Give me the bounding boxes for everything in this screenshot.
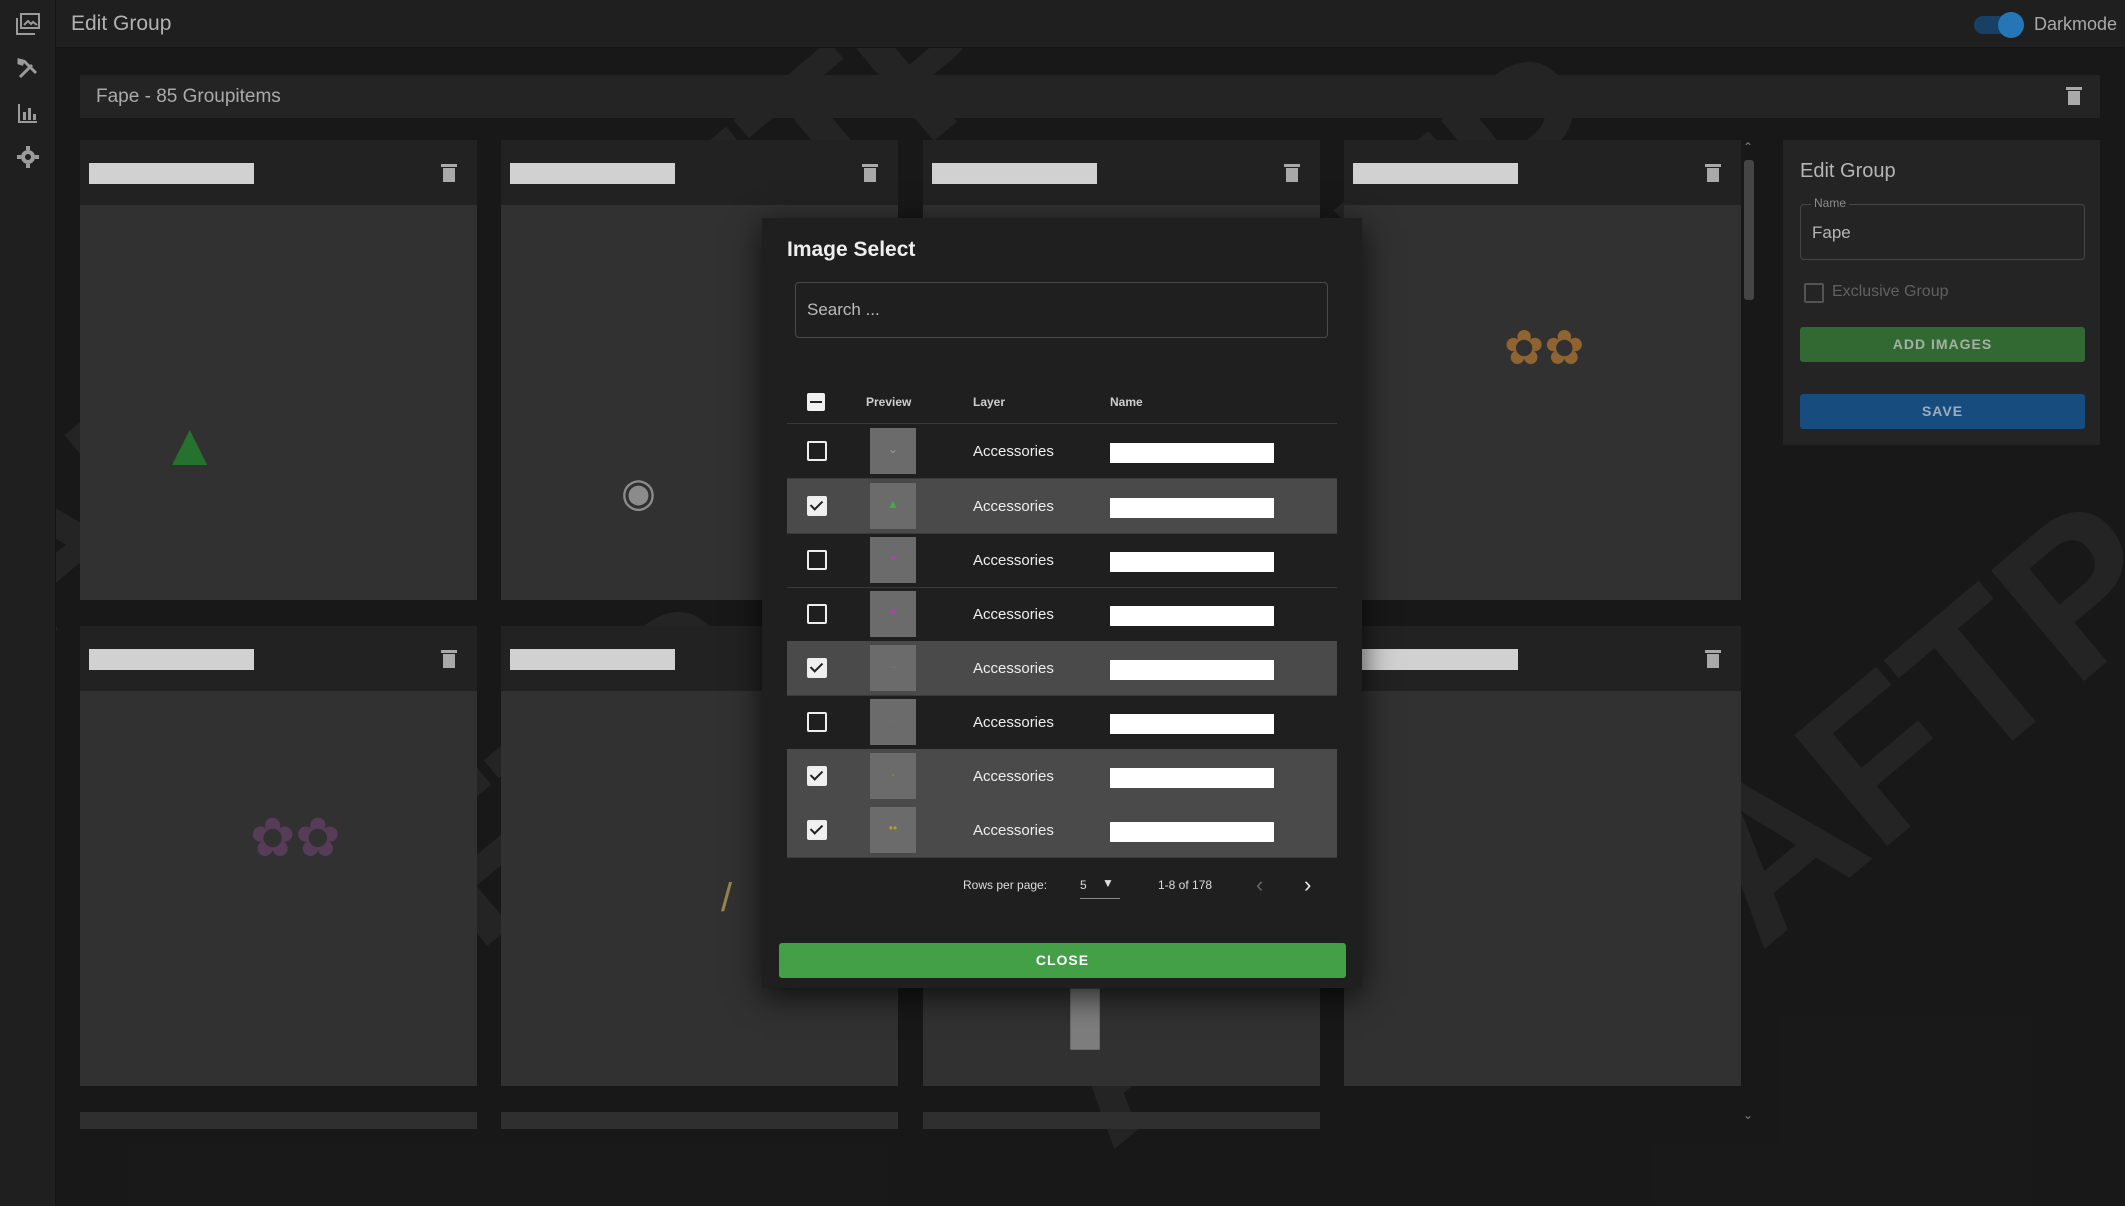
table-row[interactable]: ✦ Accessories — [787, 587, 1337, 642]
rows-per-page-select[interactable]: 5 — [1080, 878, 1087, 892]
column-layer[interactable]: Layer — [973, 395, 1005, 409]
row-checkbox[interactable] — [807, 766, 827, 786]
table-row[interactable]: · Accessories — [787, 749, 1337, 804]
chevron-left-icon[interactable]: ‹ — [1256, 872, 1263, 898]
row-preview-image: · — [870, 753, 916, 799]
column-preview[interactable]: Preview — [866, 395, 911, 409]
row-name-redacted — [1110, 498, 1274, 518]
row-layer: Accessories — [973, 768, 1054, 785]
row-layer: Accessories — [973, 443, 1054, 460]
row-checkbox[interactable] — [807, 496, 827, 516]
table-header: Preview Layer Name — [787, 383, 1337, 424]
row-layer: Accessories — [973, 714, 1054, 731]
row-layer: Accessories — [973, 822, 1054, 839]
row-name-redacted — [1110, 606, 1274, 626]
table-row[interactable]: ✦ Accessories — [787, 533, 1337, 588]
chevron-right-icon[interactable]: › — [1304, 872, 1311, 898]
table-pagination: Rows per page: 5 ▼ 1-8 of 178 ‹ › — [762, 872, 1362, 906]
row-checkbox[interactable] — [807, 658, 827, 678]
row-layer: Accessories — [973, 660, 1054, 677]
image-select-dialog: Image Select Search ... Preview Layer Na… — [762, 218, 1362, 988]
row-preview-image: ✦ — [870, 591, 916, 637]
row-checkbox[interactable] — [807, 604, 827, 624]
row-checkbox[interactable] — [807, 820, 827, 840]
table-row[interactable]: · Accessories — [787, 695, 1337, 750]
row-preview-image: ✦ — [870, 537, 916, 583]
row-checkbox[interactable] — [807, 441, 827, 461]
row-name-redacted — [1110, 822, 1274, 842]
select-all-checkbox[interactable] — [807, 393, 825, 411]
row-preview-image: •• — [870, 807, 916, 853]
column-name[interactable]: Name — [1110, 395, 1143, 409]
row-name-redacted — [1110, 768, 1274, 788]
row-preview-image: ▲ — [870, 483, 916, 529]
row-name-redacted — [1110, 552, 1274, 572]
chevron-down-icon[interactable]: ▼ — [1102, 876, 1114, 890]
row-name-redacted — [1110, 660, 1274, 680]
row-preview-image: ⌄ — [870, 428, 916, 474]
row-layer: Accessories — [973, 498, 1054, 515]
row-preview-image: – — [870, 645, 916, 691]
table-row[interactable]: – Accessories — [787, 641, 1337, 696]
dialog-title: Image Select — [787, 238, 916, 261]
table-row[interactable]: •• Accessories — [787, 803, 1337, 858]
pagination-range: 1-8 of 178 — [1158, 878, 1213, 892]
table-row[interactable]: ▲ Accessories — [787, 479, 1337, 534]
search-input[interactable]: Search ... — [795, 282, 1328, 338]
row-name-redacted — [1110, 443, 1274, 463]
row-checkbox[interactable] — [807, 550, 827, 570]
row-name-redacted — [1110, 714, 1274, 734]
select-underline — [1080, 898, 1120, 899]
row-layer: Accessories — [973, 606, 1054, 623]
row-layer: Accessories — [973, 552, 1054, 569]
row-preview-image: · — [870, 699, 916, 745]
rows-per-page-label: Rows per page: — [963, 878, 1048, 892]
close-button[interactable]: CLOSE — [779, 943, 1346, 978]
table-row[interactable]: ⌄ Accessories — [787, 424, 1337, 479]
search-placeholder: Search ... — [807, 300, 880, 319]
row-checkbox[interactable] — [807, 712, 827, 732]
